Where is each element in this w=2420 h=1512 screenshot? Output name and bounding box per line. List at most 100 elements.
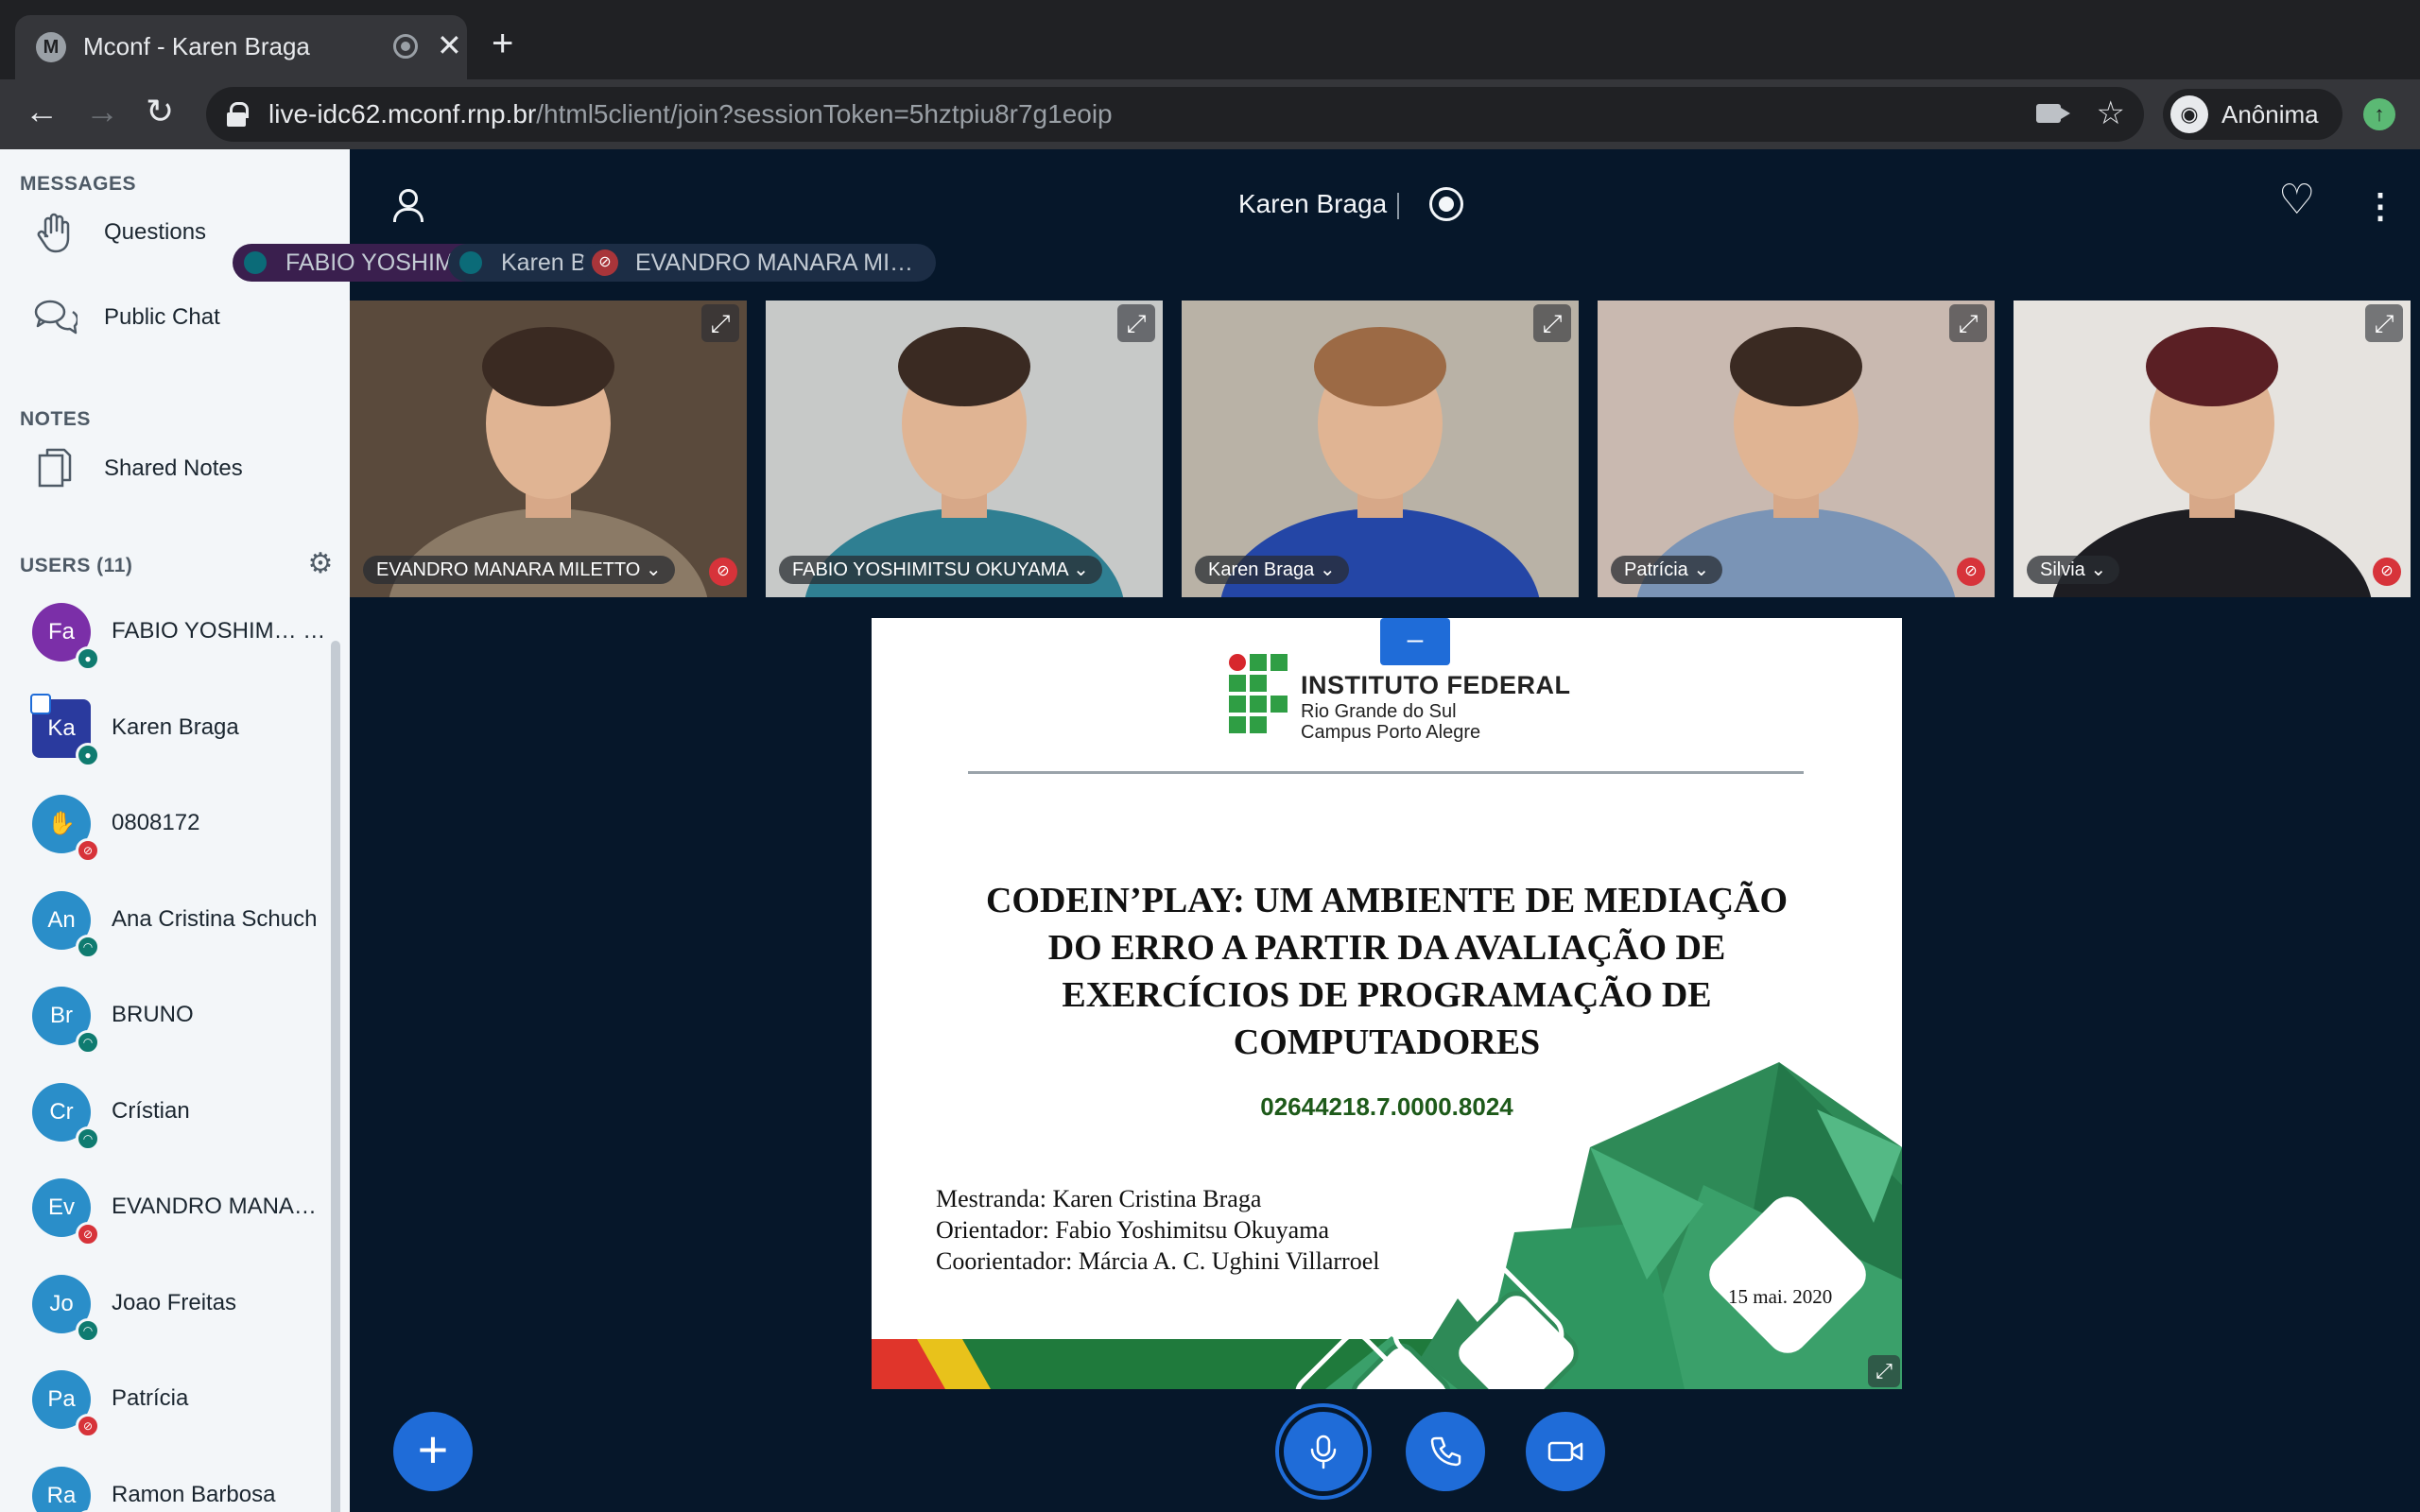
minimize-presentation-button[interactable]: – <box>1380 618 1450 665</box>
webcam-username[interactable]: FABIO YOSHIMITSU OKUYAMA ⌄ <box>779 556 1102 584</box>
slide-credit-coadvisor: Coorientador: Márcia A. C. Ughini Villar… <box>936 1247 1380 1275</box>
video-camera-icon <box>1547 1441 1583 1462</box>
user-list-item[interactable]: Cr ◠ Crístian <box>0 1066 331 1162</box>
webcam-video[interactable]: ⤢ Patrícia ⌄ ⊘ <box>1598 301 1995 597</box>
webcam-video[interactable]: ⤢ Karen Braga ⌄ <box>1182 301 1579 597</box>
camera-in-use-icon[interactable] <box>2036 104 2070 123</box>
expand-video-icon[interactable]: ⤢ <box>701 304 739 342</box>
microphone-muted-icon: ⊘ <box>76 838 100 863</box>
reload-button[interactable]: ↻ <box>146 93 174 130</box>
fullscreen-icon[interactable]: ⤢ <box>1868 1355 1900 1387</box>
phone-icon <box>1430 1436 1461 1467</box>
user-list-item[interactable]: Ev ⊘ EVANDRO MANARA … <box>0 1161 331 1258</box>
expand-video-icon[interactable]: ⤢ <box>1533 304 1571 342</box>
talking-dot-icon <box>459 251 482 274</box>
webcam-video[interactable]: ⤢ FABIO YOSHIMITSU OKUYAMA ⌄ <box>766 301 1163 597</box>
user-name: Ana Cristina Schuch <box>112 905 318 932</box>
microphone-icon <box>1310 1435 1337 1469</box>
expand-video-icon[interactable]: ⤢ <box>1949 304 1987 342</box>
user-list-item[interactable]: Br ◠ BRUNO <box>0 970 331 1066</box>
user-name: 0808172 <box>112 810 200 835</box>
microphone-icon: ● <box>76 742 100 767</box>
messages-section-title: MESSAGES <box>20 173 137 195</box>
headphones-icon: ◠ <box>76 934 100 959</box>
expand-video-icon[interactable]: ⤢ <box>1117 304 1155 342</box>
avatar: Ra <box>32 1466 91 1512</box>
sidebar-scrollbar[interactable] <box>331 641 340 1512</box>
headphones-icon: ◠ <box>76 1317 100 1343</box>
close-tab-icon[interactable]: ✕ <box>437 28 462 62</box>
webcam-feed-image <box>1598 301 1995 597</box>
record-icon[interactable] <box>1429 187 1463 221</box>
webcam-username[interactable]: Karen Braga ⌄ <box>1195 556 1349 584</box>
microphone-icon: ● <box>76 646 100 671</box>
mconf-favicon-icon: M <box>36 32 66 62</box>
heart-icon[interactable]: ♡ <box>2278 180 2315 221</box>
user-list-item[interactable]: Fa●FABIO YOSHIM… (You) <box>0 586 331 682</box>
new-tab-button[interactable]: + <box>492 25 513 62</box>
public-chat-item[interactable]: Public Chat <box>0 282 350 353</box>
user-name: FABIO YOSHIM… (You) <box>112 618 331 644</box>
webcam-username[interactable]: EVANDRO MANARA MILETTO ⌄ <box>363 556 675 584</box>
address-bar[interactable]: live-idc62.mconf.rnp.br/html5client/join… <box>206 87 2144 142</box>
webcam-feed-image <box>1182 301 1579 597</box>
microphone-muted-icon: ⊘ <box>76 1222 100 1246</box>
webcam-video[interactable]: ⤢ Silvia ⌄ ⊘ <box>2014 301 2411 597</box>
more-options-icon[interactable]: ⋮ <box>2363 187 2397 225</box>
mute-microphone-button[interactable] <box>1284 1412 1363 1491</box>
presenter-icon <box>30 693 51 714</box>
user-list-toggle-icon[interactable] <box>391 189 424 222</box>
users-section-title: USERS (11) <box>20 555 133 576</box>
microphone-muted-icon: ⊘ <box>2373 558 2401 586</box>
lock-icon[interactable] <box>227 102 249 127</box>
share-webcam-button[interactable] <box>1526 1412 1605 1491</box>
tab-title: Mconf - Karen Braga <box>83 32 310 60</box>
webcam-username[interactable]: Patrícia ⌄ <box>1611 556 1723 584</box>
talking-indicator[interactable]: ⊘ EVANDRO MANARA MI… <box>582 244 937 282</box>
presentation-slide[interactable]: INSTITUTO FEDERAL Rio Grande do Sul Camp… <box>872 618 1902 1389</box>
user-name: Joao Freitas <box>112 1289 237 1315</box>
user-name: Karen Braga <box>112 713 239 740</box>
user-list-item[interactable]: Ra◠Ramon Barbosa <box>0 1450 331 1512</box>
user-list-item[interactable]: ✋ ⊘ 0808172 <box>0 778 331 874</box>
actions-plus-button[interactable]: + <box>393 1412 473 1491</box>
microphone-muted-icon: ⊘ <box>592 249 618 276</box>
slide-code: 02644218.7.0000.8024 <box>1260 1092 1513 1121</box>
slide-credit-advisor: Orientador: Fabio Yoshimitsu Okuyama <box>936 1216 1329 1244</box>
bookmark-star-icon[interactable]: ☆ <box>2097 94 2125 132</box>
user-name: Patrícia <box>112 1385 189 1411</box>
browser-tab[interactable]: M Mconf - Karen Braga ✕ <box>15 15 467 79</box>
user-list-item[interactable]: Jo ◠ Joao Freitas <box>0 1258 331 1354</box>
browser-tabbar: M Mconf - Karen Braga ✕ + <box>0 0 2420 79</box>
shared-notes-item[interactable]: Shared Notes <box>0 433 350 505</box>
recording-indicator-icon <box>393 34 418 59</box>
forward-button[interactable]: → <box>85 93 119 130</box>
shared-notes-label: Shared Notes <box>104 455 243 481</box>
user-list-sidebar: MESSAGES Questions Public Chat NOTES Sha… <box>0 149 350 1512</box>
profile-label: Anônima <box>2221 100 2319 129</box>
institution-name: INSTITUTO FEDERAL <box>1301 671 1571 699</box>
headphones-icon: ◠ <box>76 1125 100 1151</box>
user-list-item[interactable]: Ka ● Karen Braga <box>0 682 331 779</box>
browser-toolbar: ← → ↻ live-idc62.mconf.rnp.br/html5clien… <box>0 79 2420 149</box>
institution-subtitle-2: Campus Porto Alegre <box>1301 722 1481 743</box>
institution-subtitle-1: Rio Grande do Sul <box>1301 701 1457 722</box>
profile-button[interactable]: ◉ Anônima <box>2163 89 2342 140</box>
update-icon[interactable]: ↑ <box>2363 98 2395 130</box>
user-list-item[interactable]: Pa ⊘ Patrícia <box>0 1353 331 1450</box>
expand-video-icon[interactable]: ⤢ <box>2365 304 2403 342</box>
gear-icon[interactable]: ⚙ <box>306 550 335 578</box>
webcam-username[interactable]: Silvia ⌄ <box>2027 556 2120 584</box>
url-text[interactable]: live-idc62.mconf.rnp.br/html5client/join… <box>268 99 1113 129</box>
slide-credit-student: Mestranda: Karen Cristina Braga <box>936 1185 1262 1212</box>
user-name: BRUNO <box>112 1002 194 1027</box>
notes-section-title: NOTES <box>20 408 91 430</box>
webcam-video[interactable]: ⤢ EVANDRO MANARA MILETTO ⌄ ⊘ <box>350 301 747 597</box>
public-chat-label: Public Chat <box>104 304 220 330</box>
microphone-muted-icon: ⊘ <box>709 558 737 586</box>
chat-bubbles-icon <box>34 300 78 335</box>
incognito-icon: ◉ <box>2170 95 2208 133</box>
user-list-item[interactable]: An ◠ Ana Cristina Schuch <box>0 874 331 971</box>
back-button[interactable]: ← <box>25 93 59 130</box>
leave-audio-button[interactable] <box>1406 1412 1485 1491</box>
